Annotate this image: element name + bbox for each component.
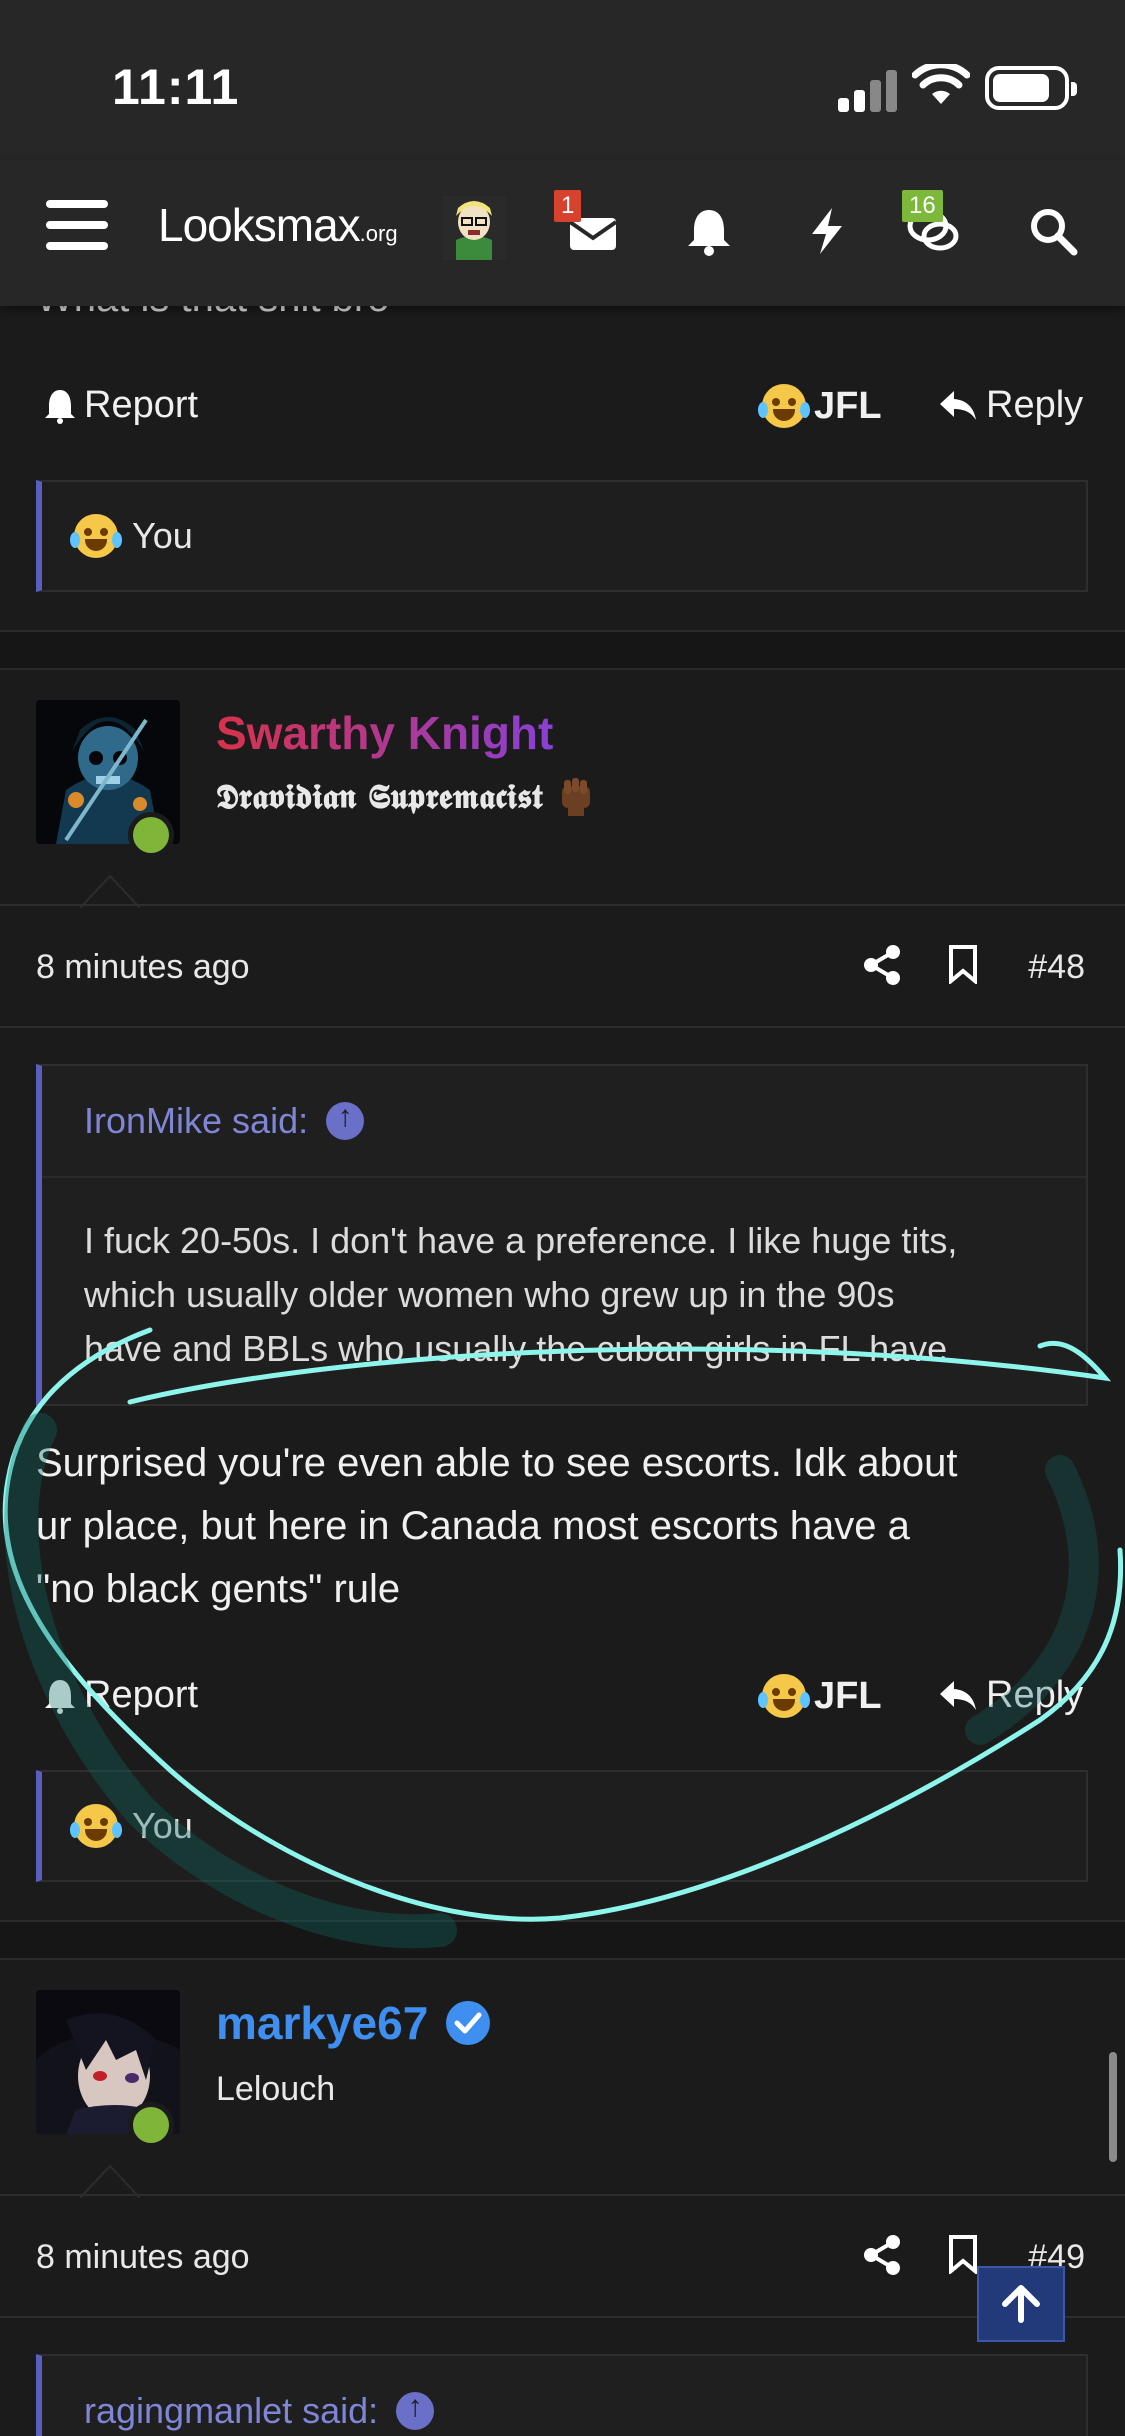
quote-line: I fuck 20-50s. I don't have a preference… — [84, 1220, 958, 1261]
jfl-label: JFL — [814, 1674, 882, 1717]
bookmark-icon[interactable] — [948, 944, 978, 984]
inbox-badge: 1 — [554, 190, 582, 222]
divider — [0, 1026, 1125, 1028]
quote-header[interactable]: ragingmanlet said: — [42, 2356, 1086, 2436]
status-bar: 11:11 — [0, 0, 1125, 160]
divider — [0, 2316, 1125, 2318]
post-body-line: Surprised you're even able to see escort… — [36, 1441, 958, 1485]
username-markye67[interactable]: markye67 — [216, 1996, 428, 2050]
scroll-to-top-button[interactable] — [977, 2266, 1065, 2342]
logo-suffix: .org — [359, 221, 398, 246]
user-title: Lelouch — [216, 2070, 336, 2108]
arrow-up-icon — [1002, 2285, 1040, 2323]
report-button[interactable]: Report — [44, 1674, 198, 1717]
status-time: 11:11 — [112, 59, 240, 115]
reply-button[interactable]: Reply — [938, 1674, 1083, 1717]
username-row[interactable]: markye67 — [216, 1996, 492, 2050]
post-number[interactable]: #48 — [1028, 948, 1085, 987]
quote-author: IronMike said: — [84, 1100, 309, 1141]
bell-icon — [45, 1679, 75, 1714]
bolt-icon[interactable] — [800, 204, 854, 258]
reactions-summary-text: You — [132, 515, 193, 556]
reactions-summary[interactable]: You — [36, 480, 1088, 592]
wifi-icon — [912, 64, 970, 104]
avatar-pointer-arrow — [80, 874, 140, 908]
user-title-text: 𝕯𝖗𝖆𝖛𝖎𝖉𝖎𝖆𝖓 𝕾𝖚𝖕𝖗𝖊𝖒𝖆𝖈𝖎𝖘𝖙 — [216, 777, 543, 817]
username-swarthy-knight[interactable]: Swarthy Knight — [216, 706, 553, 760]
user-title: 𝕯𝖗𝖆𝖛𝖎𝖉𝖎𝖆𝖓 𝕾𝖚𝖕𝖗𝖊𝖒𝖆𝖈𝖎𝖘𝖙 — [216, 776, 596, 818]
share-icon[interactable] — [862, 944, 902, 986]
post-separator — [0, 1920, 1125, 1960]
scrollbar-thumb[interactable] — [1109, 2052, 1117, 2162]
reply-arrow-icon — [940, 390, 976, 420]
divider — [0, 2194, 1125, 2196]
bell-icon[interactable] — [682, 204, 736, 258]
quote-line: which usually older women who grew up in… — [84, 1274, 895, 1315]
post-timestamp[interactable]: 8 minutes ago — [36, 948, 250, 987]
reply-label: Reply — [986, 384, 1084, 426]
quote-author: ragingmanlet said: — [84, 2390, 379, 2431]
reply-label: Reply — [986, 1674, 1084, 1716]
laughing-crying-emoji-icon — [758, 1674, 806, 1718]
quote-block: ragingmanlet said: — [36, 2354, 1088, 2436]
reply-button[interactable]: Reply — [938, 384, 1083, 427]
bell-icon — [45, 389, 75, 424]
share-icon[interactable] — [862, 2234, 902, 2276]
jfl-label: JFL — [814, 384, 882, 427]
site-logo[interactable]: Looksmax.org — [158, 198, 398, 252]
online-status-indicator — [128, 2102, 174, 2148]
hamburger-menu-icon[interactable] — [46, 200, 108, 250]
verified-check-icon — [446, 2001, 491, 2045]
post-separator — [0, 630, 1125, 670]
post-body-line: ur place, but here in Canada most escort… — [36, 1504, 910, 1548]
battery-icon — [985, 66, 1077, 110]
raised-fist-emoji-icon — [562, 778, 591, 816]
laughing-crying-emoji-icon — [758, 384, 806, 428]
top-navbar: Looksmax.org 1 16 — [0, 160, 1125, 306]
jfl-reaction-button[interactable]: JFL — [758, 384, 882, 428]
report-button[interactable]: Report — [44, 384, 198, 427]
go-to-quoted-post-icon[interactable] — [326, 1100, 365, 1140]
report-label: Report — [84, 384, 199, 426]
post-body-line: "no black gents" rule — [36, 1567, 401, 1611]
bookmark-icon[interactable] — [948, 2234, 978, 2274]
reactions-summary-text: You — [132, 1805, 193, 1846]
online-status-indicator — [128, 812, 174, 858]
divider — [0, 904, 1125, 906]
conversations-badge: 16 — [902, 190, 943, 222]
reply-arrow-icon — [940, 1680, 976, 1710]
laughing-crying-emoji-icon — [70, 1804, 118, 1848]
quote-header[interactable]: IronMike said: — [42, 1066, 1086, 1178]
quote-body: I fuck 20-50s. I don't have a preference… — [42, 1178, 1086, 1404]
laughing-crying-emoji-icon — [70, 514, 118, 558]
report-label: Report — [84, 1674, 199, 1716]
search-icon[interactable] — [1026, 204, 1080, 258]
quote-line: have and BBLs who usually the cuban girl… — [84, 1328, 948, 1369]
jfl-reaction-button[interactable]: JFL — [758, 1674, 882, 1718]
avatar-pointer-arrow — [80, 2164, 140, 2198]
post-timestamp[interactable]: 8 minutes ago — [36, 2238, 250, 2277]
post-body: Surprised you're even able to see escort… — [36, 1432, 1096, 1621]
quote-block: IronMike said: I fuck 20-50s. I don't ha… — [36, 1064, 1088, 1406]
nav-user-avatar[interactable] — [442, 196, 506, 260]
logo-text: Looksmax — [158, 199, 361, 251]
signal-icon — [838, 68, 898, 112]
go-to-quoted-post-icon[interactable] — [396, 2390, 435, 2430]
reactions-summary[interactable]: You — [36, 1770, 1088, 1882]
